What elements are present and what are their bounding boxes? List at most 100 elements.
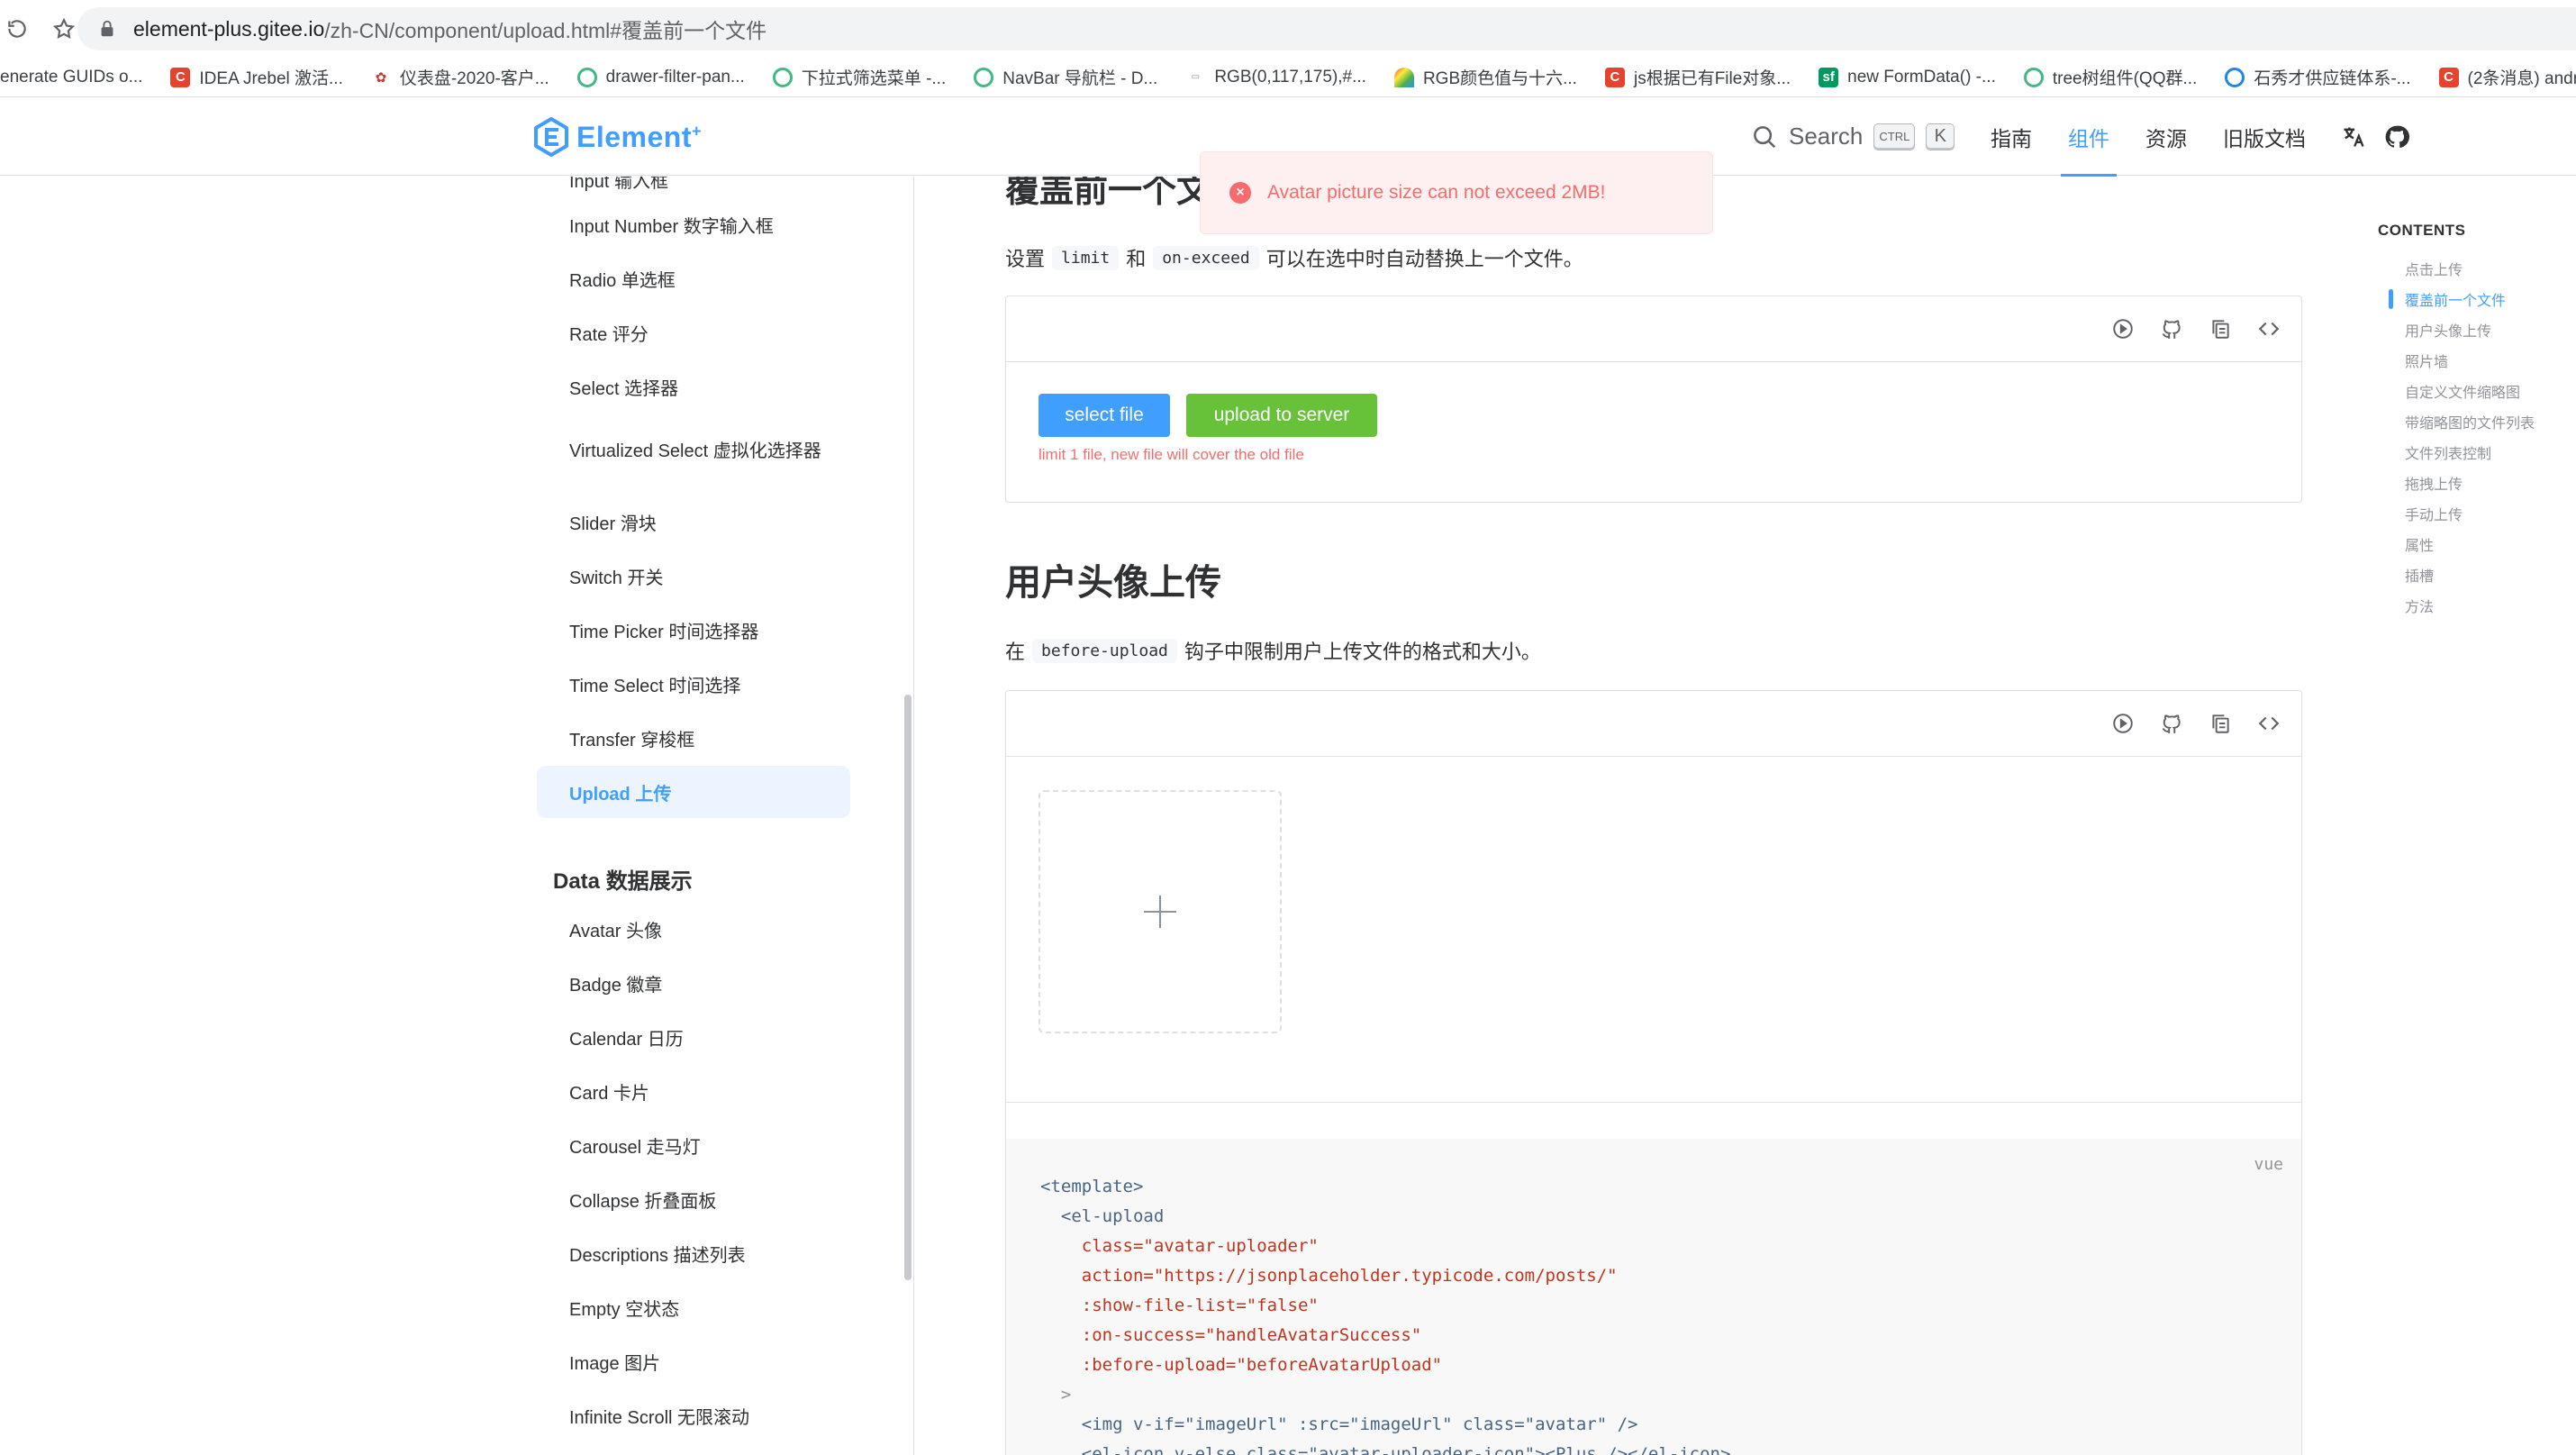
sidebar-item-input-number[interactable]: Input Number 数字输入框 bbox=[537, 198, 850, 250]
logo-text: Element bbox=[576, 120, 692, 153]
github-source-icon[interactable] bbox=[2157, 709, 2186, 738]
sidebar-item-select[interactable]: Select 选择器 bbox=[537, 360, 850, 413]
playground-icon[interactable] bbox=[2109, 709, 2137, 738]
sidebar-item-avatar[interactable]: Avatar 头像 bbox=[537, 903, 850, 955]
code-line: :show-file-list="false" bbox=[1040, 1296, 1319, 1315]
github-source-icon[interactable] bbox=[2157, 314, 2186, 343]
sidebar-item-carousel[interactable]: Carousel 走马灯 bbox=[537, 1119, 850, 1171]
avatar-uploader[interactable] bbox=[1039, 790, 1282, 1033]
toc-item-attributes[interactable]: 属性 bbox=[2405, 533, 2434, 555]
code-line: :on-success="handleAvatarSuccess" bbox=[1040, 1325, 1422, 1345]
bookmark-item[interactable]: enerate GUIDs o... bbox=[0, 68, 156, 87]
huawei-icon: ✿ bbox=[370, 67, 391, 87]
code-block: vue <template> <el-upload class="avatar-… bbox=[1005, 1139, 2302, 1455]
bookmarks-bar: enerate GUIDs o... C IDEA Jrebel 激活... ✿ 仪表盘… bbox=[0, 58, 2576, 97]
copy-icon[interactable] bbox=[2206, 709, 2235, 738]
nav-guide[interactable]: 指南 bbox=[1973, 97, 2050, 176]
bookmark-item[interactable]: C IDEA Jrebel 激活... bbox=[156, 65, 356, 89]
search-button[interactable]: Search CTRL K bbox=[1751, 123, 1955, 150]
demo-block-avatar bbox=[1005, 690, 2302, 1141]
toc-item-manual-upload[interactable]: 手动上传 bbox=[2405, 503, 2463, 524]
vue-icon bbox=[974, 67, 994, 87]
plus-icon bbox=[1144, 896, 1176, 928]
bookmark-item[interactable]: 下拉式筛选菜单 -... bbox=[758, 65, 959, 89]
sidebar-item-card[interactable]: Card 卡片 bbox=[537, 1065, 850, 1117]
toc-item-click-upload[interactable]: 点击上传 bbox=[2405, 258, 2463, 279]
url-field[interactable]: element-plus.gitee.io/zh-CN/component/up… bbox=[77, 7, 2576, 50]
bookmark-item[interactable]: 石秀才供应链体系-... bbox=[2210, 65, 2424, 89]
bookmark-item[interactable]: sf new FormData() -... bbox=[1804, 67, 2009, 87]
toc-item-slots[interactable]: 插槽 bbox=[2405, 564, 2434, 586]
sidebar-item-time-select[interactable]: Time Select 时间选择 bbox=[537, 658, 850, 710]
sidebar-item-calendar[interactable]: Calendar 日历 bbox=[537, 1011, 850, 1063]
view-source-icon[interactable] bbox=[2254, 709, 2283, 738]
toc-item-avatar-upload[interactable]: 用户头像上传 bbox=[2405, 319, 2491, 341]
sidebar-item-descriptions[interactable]: Descriptions 描述列表 bbox=[537, 1227, 850, 1279]
sidebar-item-virtualized-select[interactable]: Virtualized Select 虚拟化选择器 bbox=[537, 423, 825, 479]
bookmark-label: NavBar 导航栏 - D... bbox=[1002, 69, 1158, 88]
bookmark-label: IDEA Jrebel 激活... bbox=[199, 69, 343, 88]
toast-message: Avatar picture size can not exceed 2MB! bbox=[1267, 182, 1606, 203]
bookmark-item[interactable]: Cjs根据已有File对象... bbox=[1591, 65, 1804, 89]
logo-icon bbox=[534, 117, 568, 157]
bookmark-item[interactable]: ✿ 仪表盘-2020-客户... bbox=[357, 65, 563, 89]
bookmark-star-icon[interactable] bbox=[50, 15, 77, 42]
nav-legacy-docs[interactable]: 旧版文档 bbox=[2205, 97, 2324, 176]
demo-ops bbox=[2109, 314, 2283, 343]
sidebar-item-slider[interactable]: Slider 滑块 bbox=[537, 496, 850, 548]
sidebar-item-collapse[interactable]: Collapse 折叠面板 bbox=[537, 1173, 850, 1225]
vue-icon bbox=[2023, 67, 2044, 87]
copy-icon[interactable] bbox=[2206, 314, 2235, 343]
element-plus-logo[interactable]: Element+ bbox=[533, 117, 702, 157]
bookmark-label: enerate GUIDs o... bbox=[0, 67, 143, 86]
error-circle-icon: × bbox=[1229, 182, 1251, 204]
section1-description: 设置 limit 和 on-exceed 可以在选中时自动替换上一个文件。 bbox=[1005, 243, 1583, 272]
top-nav: 指南 组件 资源 旧版文档 bbox=[1973, 97, 2410, 177]
toc-active-marker bbox=[2389, 289, 2393, 309]
code-lang-label: vue bbox=[2254, 1155, 2283, 1174]
toc-item-custom-thumbnail[interactable]: 自定义文件缩略图 bbox=[2405, 380, 2520, 402]
sidebar-item-time-picker[interactable]: Time Picker 时间选择器 bbox=[537, 604, 850, 656]
select-file-button[interactable]: select file bbox=[1039, 394, 1170, 437]
github-icon[interactable] bbox=[2383, 123, 2410, 150]
playground-icon[interactable] bbox=[2109, 314, 2137, 343]
toc-item-file-list-control[interactable]: 文件列表控制 bbox=[2405, 441, 2491, 463]
sidebar-scrollbar[interactable] bbox=[904, 695, 912, 1280]
demo-divider bbox=[1006, 756, 2301, 757]
bookmark-item[interactable]: tree树组件(QQ群... bbox=[2009, 65, 2210, 89]
bookmark-item[interactable]: RGB颜色值与十六... bbox=[1380, 65, 1591, 89]
nav-resource[interactable]: 资源 bbox=[2127, 97, 2205, 176]
sidebar-item-image[interactable]: Image 图片 bbox=[537, 1335, 850, 1387]
sidebar-item-badge[interactable]: Badge 徽章 bbox=[537, 957, 850, 1009]
bookmark-label: 石秀才供应链体系-... bbox=[2254, 69, 2411, 88]
sidebar-item-infinite-scroll[interactable]: Infinite Scroll 无限滚动 bbox=[537, 1389, 850, 1441]
sidebar-group-data: Data 数据展示 bbox=[553, 869, 693, 894]
sidebar-item-rate[interactable]: Rate 评分 bbox=[537, 306, 850, 359]
reload-icon[interactable] bbox=[4, 15, 31, 42]
bookmark-item[interactable]: NavBar 导航栏 - D... bbox=[959, 65, 1171, 89]
bookmark-label: js根据已有File对象... bbox=[1633, 69, 1791, 88]
demo-ops bbox=[2109, 709, 2283, 738]
toc-item-thumbnail-list[interactable]: 带缩略图的文件列表 bbox=[2405, 411, 2535, 432]
nav-component[interactable]: 组件 bbox=[2050, 97, 2127, 177]
sidebar-item-radio[interactable]: Radio 单选框 bbox=[537, 252, 850, 305]
code-line: <template> bbox=[1040, 1177, 1144, 1196]
code-line: :before-upload="beforeAvatarUpload" bbox=[1040, 1355, 1443, 1375]
bookmark-item[interactable]: drawer-filter-pan... bbox=[563, 67, 758, 87]
translate-icon[interactable] bbox=[2340, 123, 2367, 150]
limit-tip: limit 1 file, new file will cover the ol… bbox=[1039, 446, 1304, 463]
section2-description: 在 before-upload 钩子中限制用户上传文件的格式和大小。 bbox=[1005, 636, 1541, 665]
sidebar-item-upload[interactable]: Upload 上传 bbox=[537, 766, 850, 818]
sidebar-item-transfer[interactable]: Transfer 穿梭框 bbox=[537, 712, 850, 764]
sidebar-item-empty[interactable]: Empty 空状态 bbox=[537, 1281, 850, 1333]
demo-block-cover: select file upload to server limit 1 fil… bbox=[1005, 296, 2302, 503]
view-source-icon[interactable] bbox=[2254, 314, 2283, 343]
bookmark-item[interactable]: C (2条消息) android... bbox=[2425, 65, 2576, 89]
toc-item-cover-previous[interactable]: 覆盖前一个文件 bbox=[2405, 288, 2506, 310]
upload-to-server-button[interactable]: upload to server bbox=[1186, 394, 1377, 437]
toc-item-methods[interactable]: 方法 bbox=[2405, 595, 2434, 616]
bookmark-item[interactable]: ▭ RGB(0,117,175),#... bbox=[1171, 67, 1380, 87]
toc-item-drag-upload[interactable]: 拖拽上传 bbox=[2405, 472, 2463, 494]
sidebar-item-switch[interactable]: Switch 开关 bbox=[537, 550, 850, 602]
toc-item-photo-wall[interactable]: 照片墙 bbox=[2405, 350, 2448, 371]
